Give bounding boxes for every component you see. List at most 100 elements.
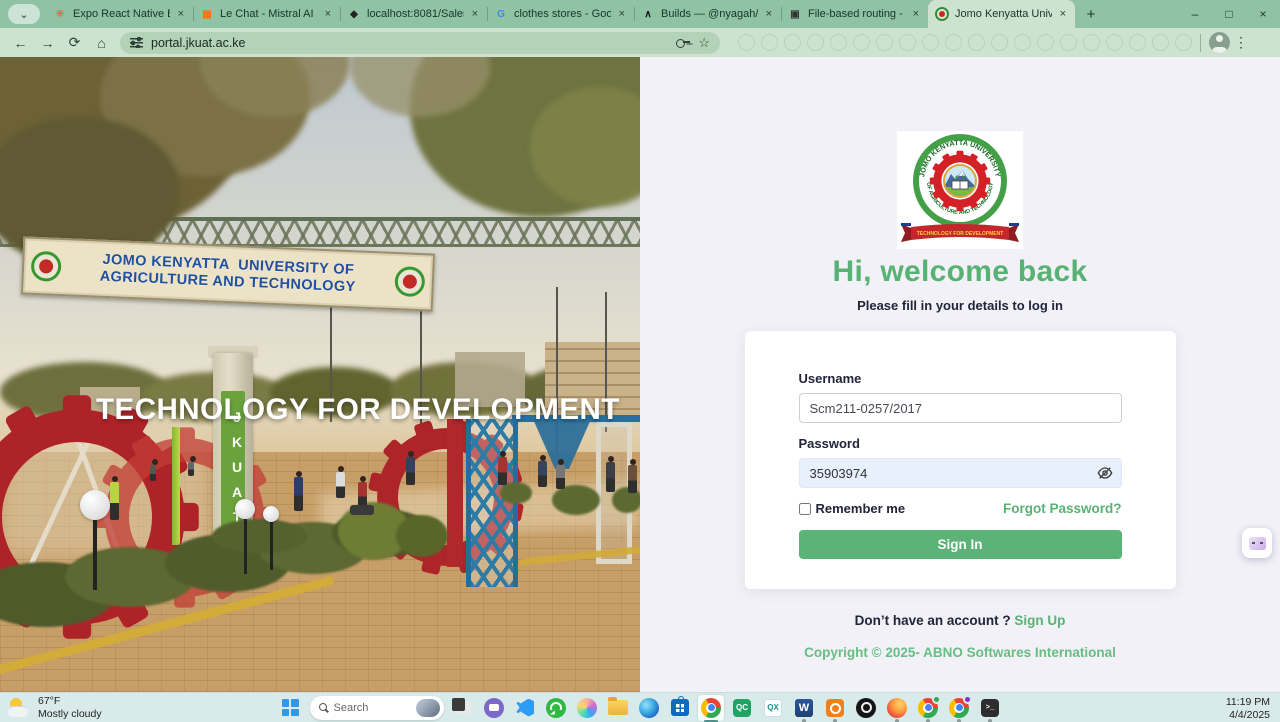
taskbar-app-icon[interactable] [946, 695, 972, 721]
tab-search-button[interactable]: ⌄ [8, 4, 40, 24]
search-highlight-thumbnail [416, 699, 440, 717]
chat-widget-button[interactable] [1242, 528, 1272, 558]
globe-lamp [80, 490, 110, 590]
tab-close-icon[interactable]: × [911, 8, 921, 20]
url-text[interactable]: portal.jkuat.ac.ke [151, 36, 668, 50]
taskbar-app-icon[interactable]: QC [729, 695, 755, 721]
browser-menu-icon[interactable]: ⋮ [1232, 34, 1250, 51]
app-glyph: >_ [981, 699, 999, 717]
taskbar-app-icon[interactable] [574, 695, 600, 721]
taskbar-app-icon[interactable] [698, 695, 724, 721]
profile-avatar[interactable] [1209, 32, 1230, 53]
tab-close-icon[interactable]: × [1058, 8, 1068, 20]
extensions-row [738, 34, 1192, 51]
start-button[interactable] [277, 695, 303, 721]
extension-icon[interactable] [922, 34, 939, 51]
chat-widget-icon [1249, 537, 1266, 550]
person-figure [606, 462, 615, 492]
taskbar-app-icon[interactable] [853, 695, 879, 721]
taskbar-app-icon[interactable] [543, 695, 569, 721]
taskbar-app-icon[interactable] [481, 695, 507, 721]
extension-icon[interactable] [1106, 34, 1123, 51]
tab-close-icon[interactable]: × [470, 8, 480, 20]
weather-widget[interactable]: 67°F Mostly cloudy [8, 695, 102, 721]
extension-icon[interactable] [945, 34, 962, 51]
globe-lamp [263, 506, 279, 570]
person-figure [110, 482, 119, 520]
browser-tab[interactable]: ▣ File-based routing - Expo Docu × [781, 0, 928, 28]
extension-icon[interactable] [1060, 34, 1077, 51]
tab-close-icon[interactable]: × [176, 8, 186, 20]
extension-icon[interactable] [1037, 34, 1054, 51]
weather-temp: 67°F [38, 695, 102, 708]
extension-icon[interactable] [761, 34, 778, 51]
remember-me-checkbox[interactable] [799, 503, 811, 515]
password-input[interactable] [799, 458, 1122, 488]
taskbar-app-icon[interactable]: QX [760, 695, 786, 721]
password-visibility-toggle[interactable] [1097, 465, 1113, 481]
extension-icon[interactable] [807, 34, 824, 51]
taskbar-clock[interactable]: 11:19 PM 4/4/2025 [1226, 696, 1270, 722]
browser-tab[interactable]: G clothes stores - Google Search × [487, 0, 634, 28]
welcome-subtitle: Please fill in your details to log in [857, 298, 1063, 313]
taskbar-app-icon[interactable] [450, 695, 476, 721]
maximize-button[interactable]: □ [1212, 0, 1246, 28]
taskbar-app-icon[interactable] [667, 695, 693, 721]
extension-icon[interactable] [853, 34, 870, 51]
taskbar-app-icon[interactable]: >_ [977, 695, 1003, 721]
tab-favicon-icon: ◆ [347, 7, 361, 21]
new-tab-button[interactable]: + [1079, 2, 1103, 26]
browser-tab[interactable]: ◆ localhost:8081/Sales?__EXPO_R × [340, 0, 487, 28]
remember-me-label: Remember me [816, 501, 906, 516]
forgot-password-link[interactable]: Forgot Password? [1003, 501, 1122, 516]
taskbar-app-icon[interactable] [512, 695, 538, 721]
extension-icon[interactable] [784, 34, 801, 51]
extension-icon[interactable] [876, 34, 893, 51]
person-figure [556, 465, 565, 489]
browser-tab[interactable]: ▦ Le Chat - Mistral AI × [193, 0, 340, 28]
browser-tab[interactable]: ✳ Expo React Native Bottom Tab × [46, 0, 193, 28]
site-settings-icon[interactable] [130, 37, 143, 48]
tab-close-icon[interactable]: × [323, 8, 333, 20]
forward-button[interactable]: → [35, 31, 60, 55]
bookmark-star-icon[interactable]: ☆ [698, 35, 710, 51]
tab-favicon-icon: ▣ [788, 7, 802, 21]
browser-tab[interactable]: ∧ Builds — @nyagah/song-book × [634, 0, 781, 28]
app-glyph [701, 698, 721, 718]
extension-icon[interactable] [830, 34, 847, 51]
sign-in-button[interactable]: Sign In [799, 530, 1122, 559]
address-bar[interactable]: portal.jkuat.ac.ke ☆ [120, 32, 720, 54]
taskbar-app-icon[interactable] [884, 695, 910, 721]
extension-icon[interactable] [968, 34, 985, 51]
extension-icon[interactable] [991, 34, 1008, 51]
browser-tab-bar: ⌄ ✳ Expo React Native Bottom Tab × ▦ Le … [0, 0, 1280, 28]
extension-icon[interactable] [1083, 34, 1100, 51]
reload-button[interactable]: ⟳ [62, 31, 87, 55]
taskbar-app-icon[interactable] [636, 695, 662, 721]
windows-taskbar: 67°F Mostly cloudy Search [0, 692, 1280, 722]
taskbar-search[interactable]: Search [310, 696, 444, 720]
extension-icon[interactable] [1014, 34, 1031, 51]
tab-close-icon[interactable]: × [617, 8, 627, 20]
minimize-button[interactable]: – [1178, 0, 1212, 28]
extension-icon[interactable] [738, 34, 755, 51]
extension-icon[interactable] [899, 34, 916, 51]
username-input[interactable] [799, 393, 1122, 423]
taskbar-app-icon[interactable]: W [791, 695, 817, 721]
extension-icon[interactable] [1175, 34, 1192, 51]
password-manager-icon[interactable] [676, 39, 690, 47]
signup-prompt: Don’t have an account ? [855, 613, 1011, 628]
taskbar-app-icon[interactable] [605, 695, 631, 721]
tab-close-icon[interactable]: × [764, 8, 774, 20]
taskbar-app-icon[interactable] [915, 695, 941, 721]
taskbar-app-icon[interactable] [822, 695, 848, 721]
home-button[interactable]: ⌂ [89, 31, 114, 55]
back-button[interactable]: ← [8, 31, 33, 55]
toolbar-divider [1200, 34, 1201, 52]
browser-tab[interactable]: Jomo Kenyatta University of Ag × [928, 0, 1075, 28]
extension-icon[interactable] [1129, 34, 1146, 51]
tab-title: localhost:8081/Sales?__EXPO_R [367, 8, 464, 20]
sign-up-link[interactable]: Sign Up [1014, 613, 1065, 628]
extension-icon[interactable] [1152, 34, 1169, 51]
close-button[interactable]: × [1246, 0, 1280, 28]
